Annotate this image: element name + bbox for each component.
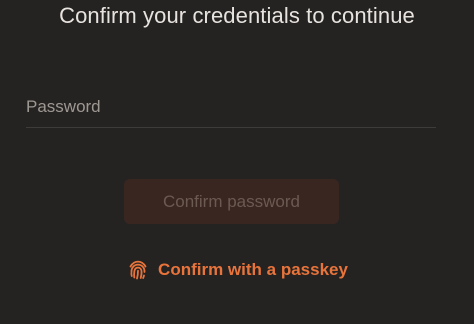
dialog-title: Confirm your credentials to continue bbox=[59, 3, 415, 28]
password-field[interactable] bbox=[26, 88, 436, 128]
fingerprint-icon bbox=[126, 258, 150, 282]
password-input[interactable] bbox=[26, 94, 436, 120]
passkey-link-label: Confirm with a passkey bbox=[158, 260, 348, 279]
confirm-password-button[interactable]: Confirm password bbox=[124, 179, 339, 224]
confirm-with-passkey-link[interactable]: Confirm with a passkey bbox=[0, 256, 474, 284]
credentials-dialog: Confirm your credentials to continue Con… bbox=[0, 0, 474, 324]
